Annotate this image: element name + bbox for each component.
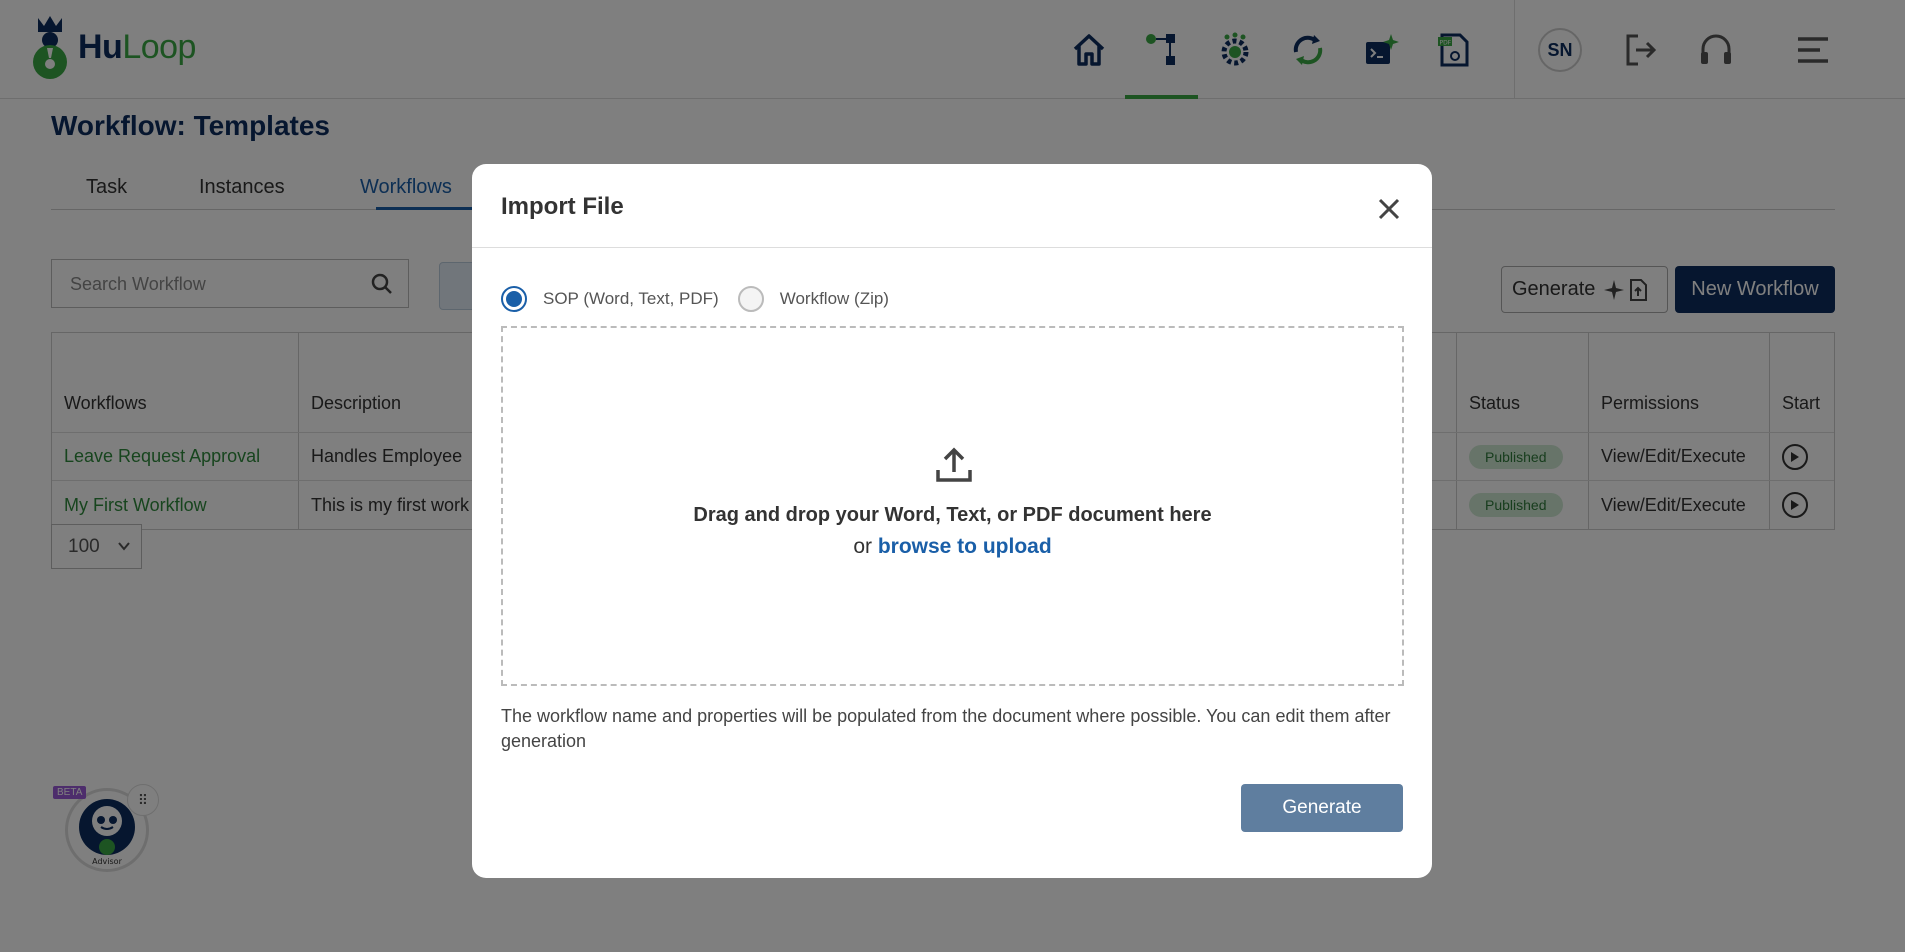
- help-text: The workflow name and properties will be…: [501, 706, 1391, 751]
- dialog-divider: [472, 247, 1432, 248]
- browse-link[interactable]: browse to upload: [878, 535, 1052, 558]
- radio-workflow-zip-label[interactable]: Workflow (Zip): [780, 289, 889, 309]
- radio-sop[interactable]: [501, 286, 527, 312]
- close-button[interactable]: [1374, 194, 1404, 224]
- radio-workflow-zip[interactable]: [737, 286, 764, 312]
- close-icon: [1378, 198, 1400, 220]
- dropzone-browse-line: or browse to upload: [853, 535, 1052, 558]
- import-type-radio-group: SOP (Word, Text, PDF) Workflow (Zip): [501, 286, 908, 312]
- import-file-dialog: Import File SOP (Word, Text, PDF) Workfl…: [472, 164, 1432, 878]
- dialog-title: Import File: [501, 193, 624, 220]
- dropzone-instructions: Drag and drop your Word, Text, or PDF do…: [693, 504, 1212, 526]
- file-dropzone[interactable]: Drag and drop your Word, Text, or PDF do…: [501, 326, 1404, 686]
- radio-sop-label[interactable]: SOP (Word, Text, PDF): [543, 289, 719, 309]
- generate-button[interactable]: Generate: [1241, 784, 1403, 832]
- upload-icon: [936, 447, 972, 482]
